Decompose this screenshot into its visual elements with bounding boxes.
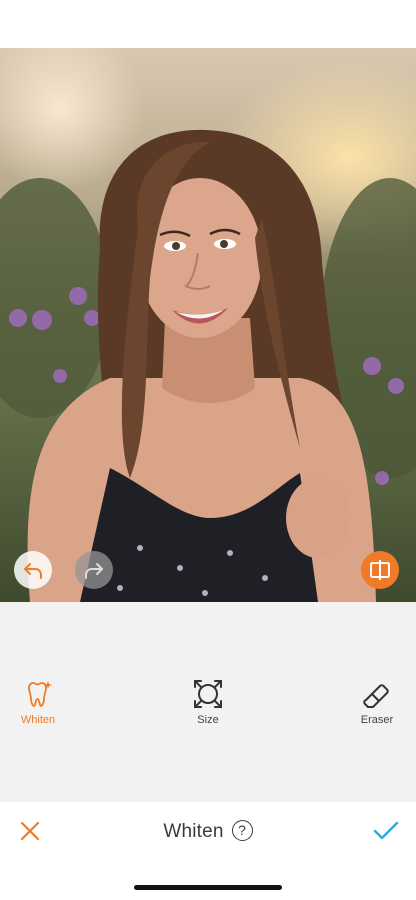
portrait-photo — [0, 129, 416, 602]
checkmark-icon[interactable] — [372, 819, 400, 843]
resize-frame-icon — [194, 680, 222, 708]
help-button[interactable]: ? — [231, 820, 253, 841]
home-indicator[interactable] — [134, 885, 282, 890]
status-bar-area — [0, 0, 416, 48]
tooth-sparkle-icon — [28, 681, 52, 707]
redo-icon — [85, 563, 103, 579]
compare-icon — [370, 560, 390, 580]
tool-whiten-label: Whiten — [20, 714, 56, 726]
photo-canvas[interactable] — [0, 48, 416, 602]
page-title-text: Whiten — [163, 821, 224, 842]
tool-eraser[interactable]: Eraser — [337, 678, 416, 728]
undo-button[interactable] — [14, 551, 52, 589]
bottom-bar: Whiten? — [0, 802, 416, 862]
tool-size-label: Size — [197, 714, 219, 726]
tool-eraser-label: Eraser — [360, 714, 394, 726]
redo-button[interactable] — [75, 551, 113, 589]
undo-icon — [24, 563, 42, 579]
page-title: Whiten? — [0, 820, 416, 843]
tools-panel: Whiten Size Eraser — [0, 602, 416, 802]
compare-button[interactable] — [361, 551, 399, 589]
tool-size[interactable]: Size — [168, 678, 248, 728]
tool-whiten[interactable]: Whiten — [0, 678, 78, 728]
eraser-icon — [363, 684, 389, 708]
